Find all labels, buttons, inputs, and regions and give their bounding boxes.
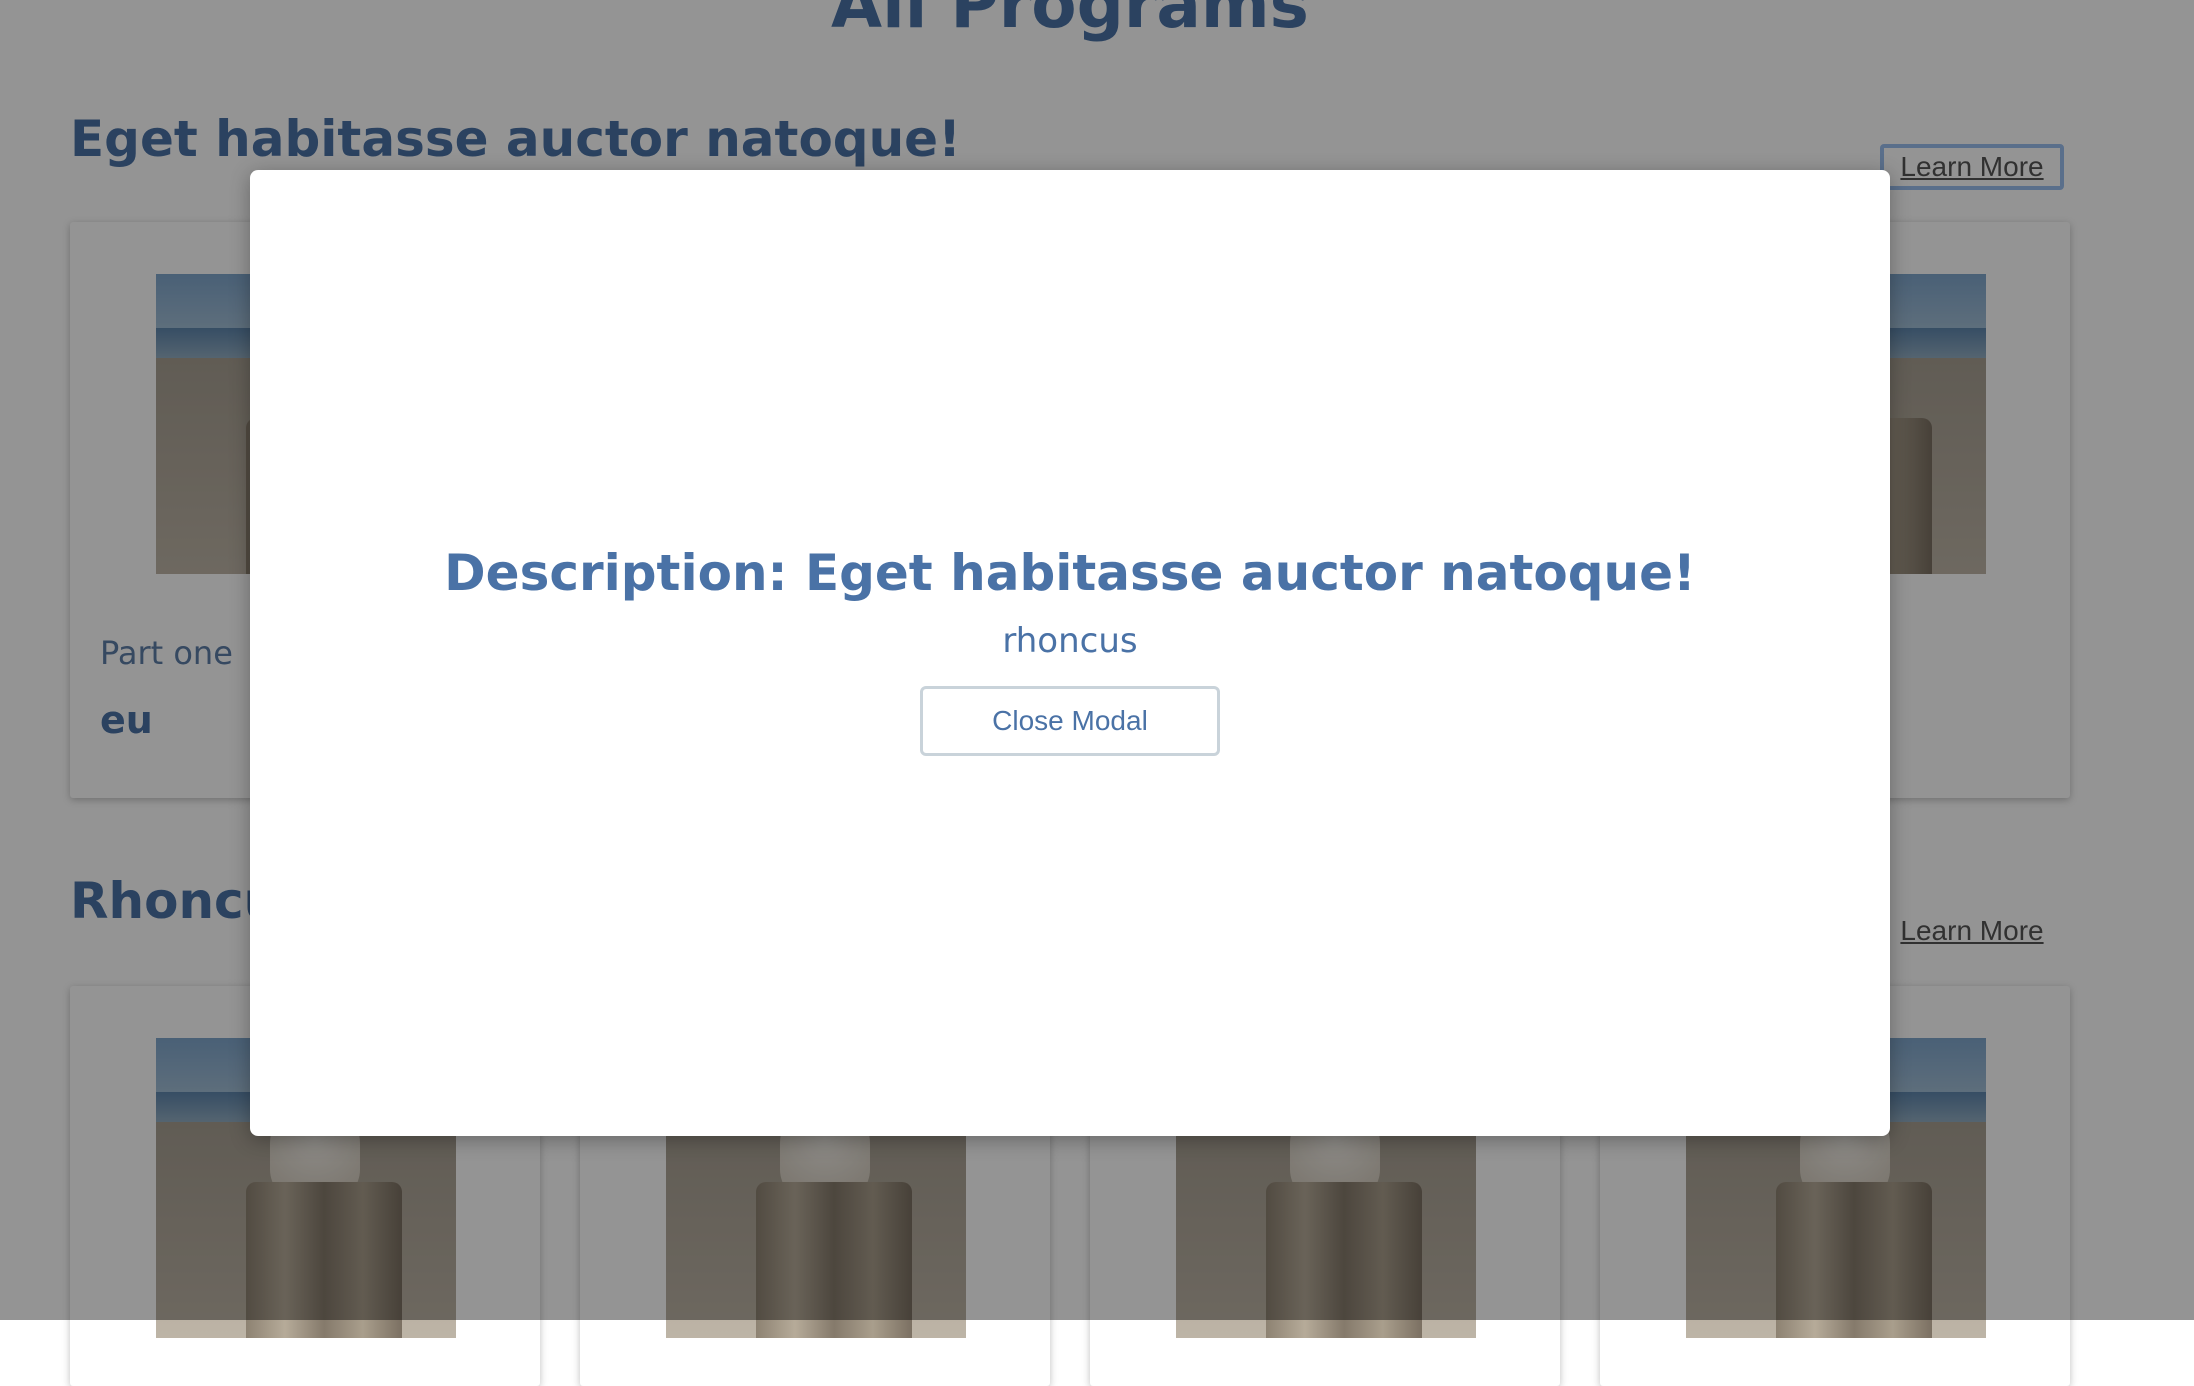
close-modal-button[interactable]: Close Modal (920, 686, 1220, 756)
modal-title: Description: Eget habitasse auctor natoq… (444, 544, 1696, 602)
description-modal: Description: Eget habitasse auctor natoq… (250, 170, 1890, 1136)
modal-description: rhoncus (1002, 621, 1138, 661)
